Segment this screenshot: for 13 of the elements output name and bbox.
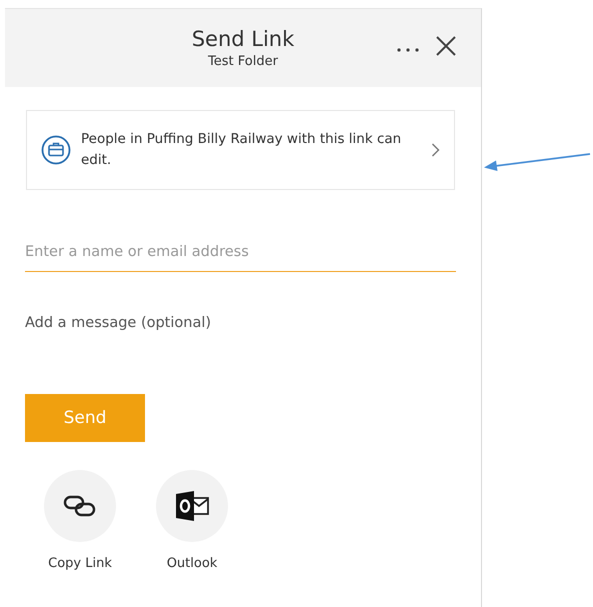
dialog-title: Send Link: [192, 27, 294, 51]
close-icon[interactable]: [435, 35, 457, 57]
share-option[interactable]: Copy Link: [43, 470, 117, 571]
share-label: Outlook: [166, 556, 218, 571]
share-label: Copy Link: [48, 556, 112, 571]
permission-text: People in Puffing Billy Railway with this link can edit.: [81, 130, 402, 170]
dialog-subtitle: Test Folder: [208, 54, 278, 69]
share-option[interactable]: Outlook: [155, 470, 229, 571]
briefcase-icon: [41, 135, 71, 165]
mail-app-icon: [174, 490, 210, 522]
link-icon: [63, 494, 97, 518]
link-settings-card[interactable]: People in Puffing Billy Railway with this link can edit.: [26, 110, 455, 190]
chevron-icon: [431, 143, 440, 157]
